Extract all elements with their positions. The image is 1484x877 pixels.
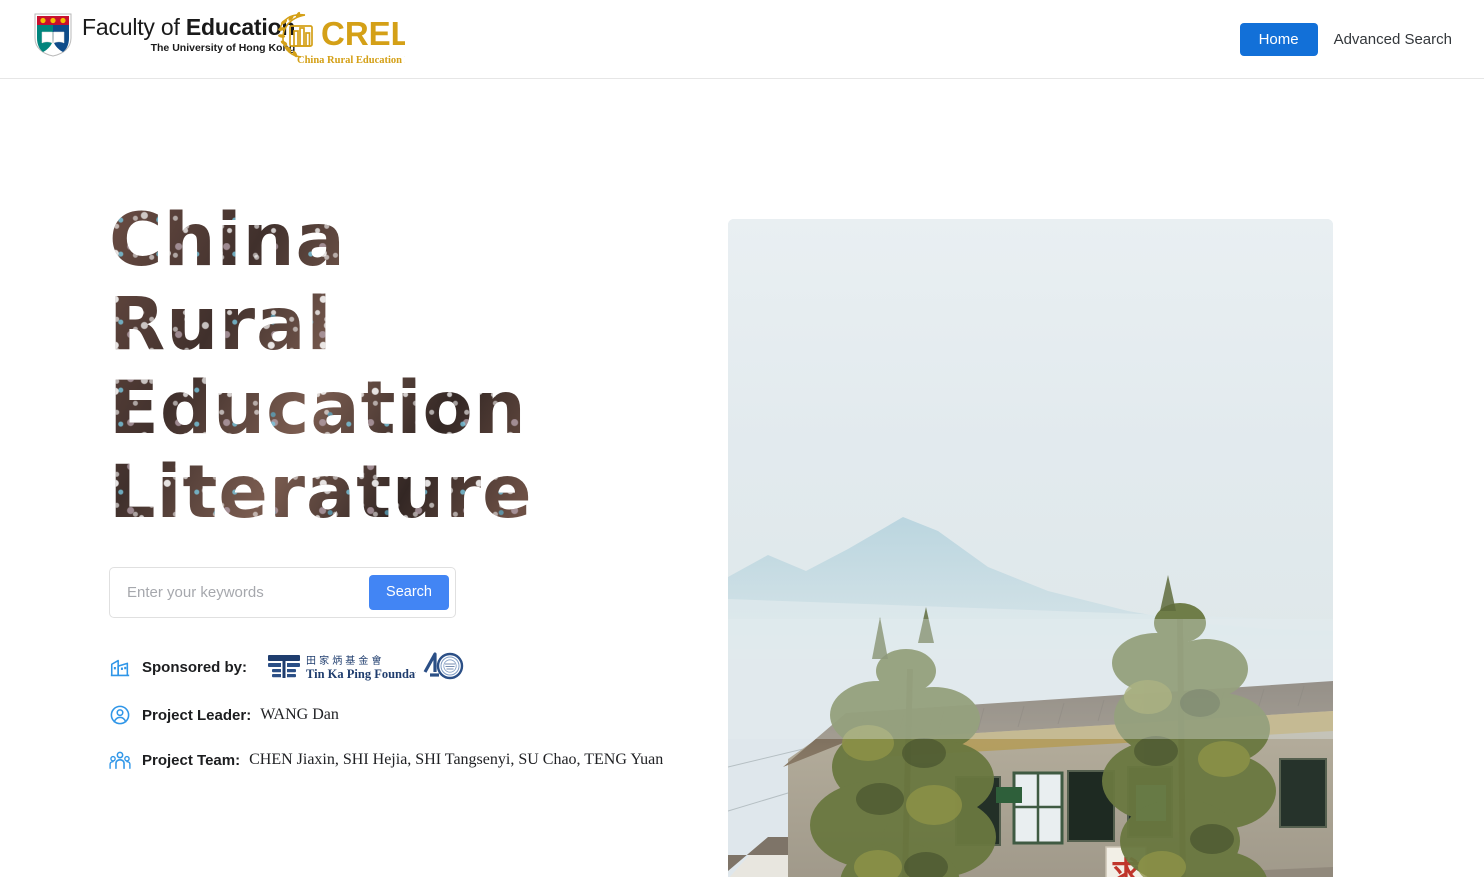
search-button[interactable]: Search (369, 575, 449, 610)
faculty-title-prefix: Faculty of (82, 14, 186, 41)
hero-title-line-2: Rural (109, 282, 333, 367)
nav-advanced-search-link[interactable]: Advanced Search (1332, 25, 1454, 54)
tin-ka-ping-foundation-logo[interactable]: 田家炳基金會 Tin Ka Ping Foundation (266, 651, 416, 683)
tkp-chinese-name: 田家炳基金會 (306, 654, 385, 667)
sponsored-by-label: Sponsored by: (142, 658, 248, 676)
project-leader-value: WANG Dan (260, 706, 339, 723)
nav-home-button[interactable]: Home (1239, 23, 1318, 56)
faculty-subtitle: The University of Hong Kong (150, 42, 296, 55)
hero-left-column: China Rural Education Literature Search (109, 199, 709, 773)
tkp-english-name: Tin Ka Ping Foundation (306, 667, 416, 681)
project-team-row: Project Team: CHEN Jiaxin, SHI Hejia, SH… (109, 747, 709, 773)
main-navigation: Home Advanced Search (1239, 23, 1454, 56)
search-bar[interactable]: Search (109, 567, 456, 618)
person-circle-icon (110, 705, 130, 725)
hero-photo: 求 (728, 219, 1333, 877)
hero-title-line-3: Education (109, 366, 527, 451)
rural-school-photograph: 求 (728, 219, 1333, 877)
search-input[interactable] (110, 569, 370, 616)
project-leader-row: Project Leader: WANG Dan (109, 702, 709, 728)
crel-acronym-text: CREL (321, 15, 405, 52)
brand-lockup[interactable]: Faculty of Education The University of H… (33, 12, 295, 58)
crel-logo[interactable]: CREL China Rural Education Literature (277, 9, 405, 69)
crel-tagline-text: China Rural Education Literature (297, 55, 405, 66)
hero-title-line-4: Literature (109, 450, 533, 535)
fortieth-anniversary-seal-logo[interactable] (422, 651, 466, 683)
building-bank-icon (110, 659, 130, 677)
hku-shield-crest-icon (34, 13, 72, 57)
project-meta: Sponsored by: 田家炳基金會 Tin Ka Ping Founda … (109, 651, 709, 773)
project-leader-label: Project Leader: (142, 706, 252, 724)
faculty-title: Faculty of Education (82, 16, 295, 39)
project-team-value: CHEN Jiaxin, SHI Hejia, SHI Tangsenyi, S… (249, 751, 664, 768)
hero-title-line-1: China (109, 198, 346, 283)
page-title: China Rural Education Literature (109, 199, 709, 535)
sponsored-by-row: Sponsored by: 田家炳基金會 Tin Ka Ping Founda (109, 651, 709, 683)
project-team-label: Project Team: (142, 751, 241, 769)
faculty-lockup: Faculty of Education The University of H… (82, 16, 295, 54)
people-group-icon (109, 751, 131, 770)
sponsor-logos: 田家炳基金會 Tin Ka Ping Foundation (266, 651, 466, 683)
site-header: Faculty of Education The University of H… (0, 0, 1484, 79)
main-content: China Rural Education Literature Search (0, 79, 1484, 877)
tkp-mark-icon (268, 655, 301, 678)
